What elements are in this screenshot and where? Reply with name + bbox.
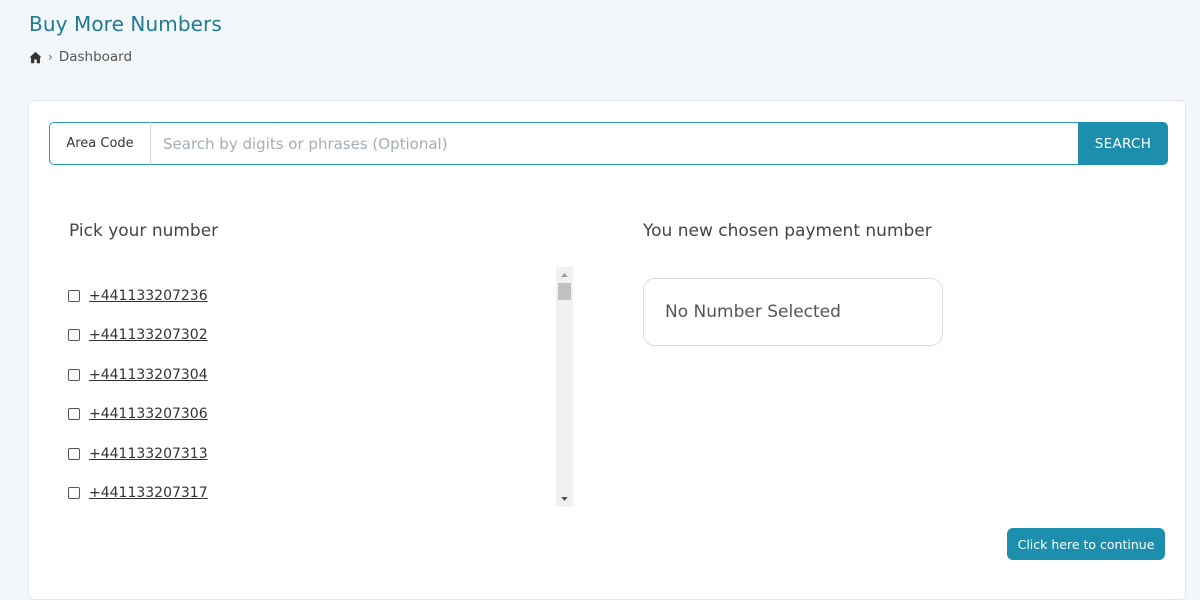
scroll-up-arrow-icon[interactable] bbox=[556, 268, 573, 282]
home-icon[interactable] bbox=[29, 51, 42, 64]
buy-numbers-card: Area Code SEARCH Pick your number You ne… bbox=[28, 100, 1186, 600]
number-list-container: +441133207236 +441133207302 +44113320730… bbox=[68, 267, 574, 507]
continue-button[interactable]: Click here to continue bbox=[1007, 528, 1165, 560]
breadcrumb: › Dashboard bbox=[29, 49, 132, 65]
scroll-thumb[interactable] bbox=[558, 283, 571, 300]
number-link[interactable]: +441133207306 bbox=[89, 406, 208, 422]
selected-number-display: No Number Selected bbox=[643, 278, 943, 346]
number-checkbox[interactable] bbox=[68, 408, 80, 420]
search-button[interactable]: SEARCH bbox=[1078, 122, 1168, 165]
number-list-scrollbar[interactable] bbox=[556, 267, 573, 507]
selected-number-text: No Number Selected bbox=[665, 302, 841, 322]
search-bar: Area Code SEARCH bbox=[49, 122, 1168, 165]
list-item: +441133207236 bbox=[68, 286, 208, 306]
chosen-number-heading: You new chosen payment number bbox=[643, 221, 932, 241]
number-link[interactable]: +441133207302 bbox=[89, 327, 208, 343]
scroll-down-arrow-icon[interactable] bbox=[556, 492, 573, 506]
area-code-label: Area Code bbox=[49, 122, 150, 165]
number-link[interactable]: +441133207304 bbox=[89, 367, 208, 383]
list-item: +441133207313 bbox=[68, 444, 208, 464]
number-checkbox[interactable] bbox=[68, 448, 80, 460]
number-link[interactable]: +441133207313 bbox=[89, 446, 208, 462]
number-checkbox[interactable] bbox=[68, 329, 80, 341]
list-item: +441133207302 bbox=[68, 325, 208, 345]
number-link[interactable]: +441133207236 bbox=[89, 288, 208, 304]
breadcrumb-current: Dashboard bbox=[58, 49, 133, 65]
number-checkbox[interactable] bbox=[68, 369, 80, 381]
number-list[interactable]: +441133207236 +441133207302 +44113320730… bbox=[68, 267, 556, 507]
page-title: Buy More Numbers bbox=[29, 12, 222, 36]
pick-number-heading: Pick your number bbox=[69, 221, 219, 241]
list-item: +441133207306 bbox=[68, 404, 208, 424]
list-item: +441133207304 bbox=[68, 365, 208, 385]
list-item: +441133207317 bbox=[68, 483, 208, 503]
number-checkbox[interactable] bbox=[68, 290, 80, 302]
search-input[interactable] bbox=[150, 122, 1078, 165]
number-link[interactable]: +441133207317 bbox=[89, 485, 208, 501]
number-checkbox[interactable] bbox=[68, 487, 80, 499]
breadcrumb-separator: › bbox=[48, 50, 53, 64]
